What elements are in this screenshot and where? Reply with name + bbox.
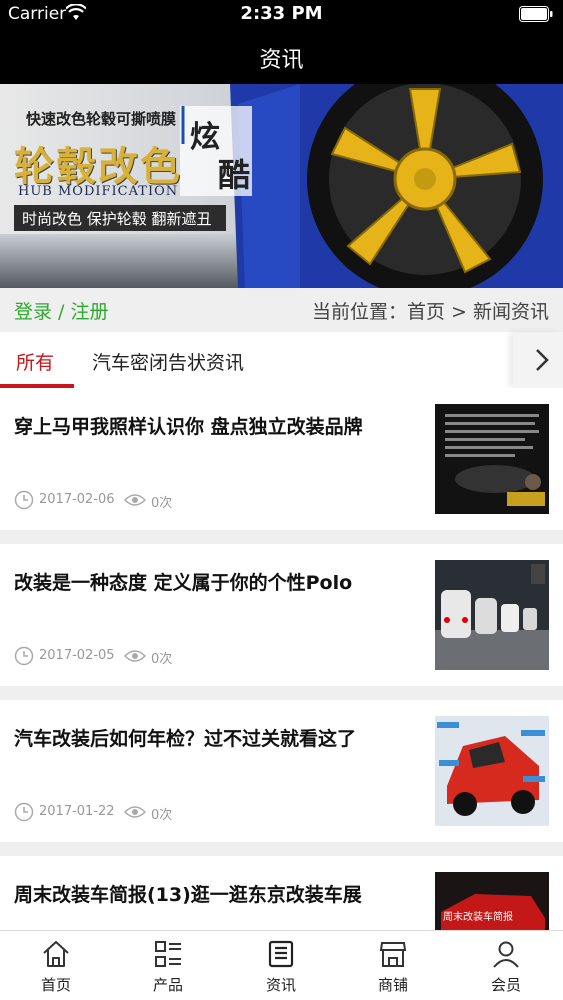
chevron-right-icon	[536, 349, 549, 371]
grid-list-icon	[155, 941, 181, 967]
article-date: 2017-02-06	[39, 492, 115, 507]
tab-all[interactable]: 所有	[16, 348, 54, 375]
tab-auto-news[interactable]: 汽车密闭告状资讯	[92, 348, 244, 375]
article-title: 穿上马甲我照样认识你 盘点独立改装品牌	[14, 416, 363, 438]
tabbar-label: 资讯	[265, 976, 296, 994]
tabbar-label: 首页	[40, 976, 71, 994]
login-register-link[interactable]: 登录 / 注册	[14, 297, 108, 324]
battery-icon	[519, 6, 553, 22]
news-icon	[268, 940, 294, 968]
eye-icon	[124, 494, 146, 506]
article-views: 0次	[151, 652, 173, 667]
article-views: 0次	[151, 808, 173, 823]
banner-english: HUB MODIFICATION	[18, 184, 179, 199]
article-thumbnail	[435, 404, 549, 514]
tabbar-label: 商铺	[377, 976, 408, 994]
tabbar-store[interactable]: 商铺	[337, 931, 449, 1000]
article-title: 改装是一种态度 定义属于你的个性Polo	[14, 572, 353, 594]
eye-icon	[124, 650, 146, 662]
article-date: 2017-02-05	[39, 648, 115, 663]
breadcrumb: 当前位置：首页 > 新闻资讯	[312, 301, 549, 323]
article-title: 汽车改装后如何年检？过不过关就看这了	[14, 728, 357, 750]
store-icon	[379, 942, 407, 967]
category-tabs: 所有 汽车密闭告状资讯	[0, 332, 563, 388]
article-views: 0次	[151, 496, 173, 511]
banner-word-1: 炫	[190, 120, 220, 155]
banner-tagline: 快速改色轮毂可撕喷膜	[26, 110, 177, 128]
tabbar-member[interactable]: 会员	[450, 931, 562, 1000]
article-thumbnail	[435, 716, 549, 826]
user-icon	[493, 941, 519, 968]
tabbar-label: 会员	[490, 976, 521, 994]
banner-word-2: 酷	[218, 156, 251, 194]
promo-banner[interactable]: 快速改色轮毂可撕喷膜 轮毂改色 HUB MODIFICATION 时尚改色 保护…	[0, 84, 563, 288]
page-title: 资讯	[259, 48, 304, 73]
thumbnail-caption: 周末改装车简报	[443, 910, 513, 923]
article-title: 周末改装车简报(13)逛一逛东京改装车展	[14, 884, 362, 906]
article-thumbnail	[435, 560, 549, 670]
clock-time: 2:33 PM	[240, 3, 323, 24]
list-item[interactable]: 穿上马甲我照样认识你 盘点独立改装品牌 2017-02-06 0次	[0, 388, 563, 530]
article-date: 2017-01-22	[39, 804, 115, 819]
clock-icon	[14, 490, 34, 510]
eye-icon	[124, 806, 146, 818]
list-item[interactable]: 汽车改装后如何年检？过不过关就看这了 2017-01-22 0次	[0, 700, 563, 842]
list-item[interactable]: 改装是一种态度 定义属于你的个性Polo 2017-02-05 0次	[0, 544, 563, 686]
tabbar-home[interactable]: 首页	[0, 931, 112, 1000]
tabbar-news[interactable]: 资讯	[225, 931, 337, 1000]
banner-slogan: 时尚改色 保护轮毂 翻新遮丑	[22, 210, 212, 228]
nav-bar: 资讯	[0, 28, 563, 84]
home-icon	[43, 941, 69, 967]
breadcrumb-bar: 登录 / 注册 当前位置：首页 > 新闻资讯	[0, 288, 563, 332]
tabbar-products[interactable]: 产品	[112, 931, 224, 1000]
clock-icon	[14, 802, 34, 822]
clock-icon	[14, 646, 34, 666]
status-bar: Carrier 2:33 PM	[0, 0, 563, 28]
bottom-tab-bar: 首页 产品 资讯 商铺 会员	[0, 930, 563, 1000]
tabbar-label: 产品	[152, 976, 183, 994]
tabs-more-button[interactable]	[513, 332, 563, 388]
